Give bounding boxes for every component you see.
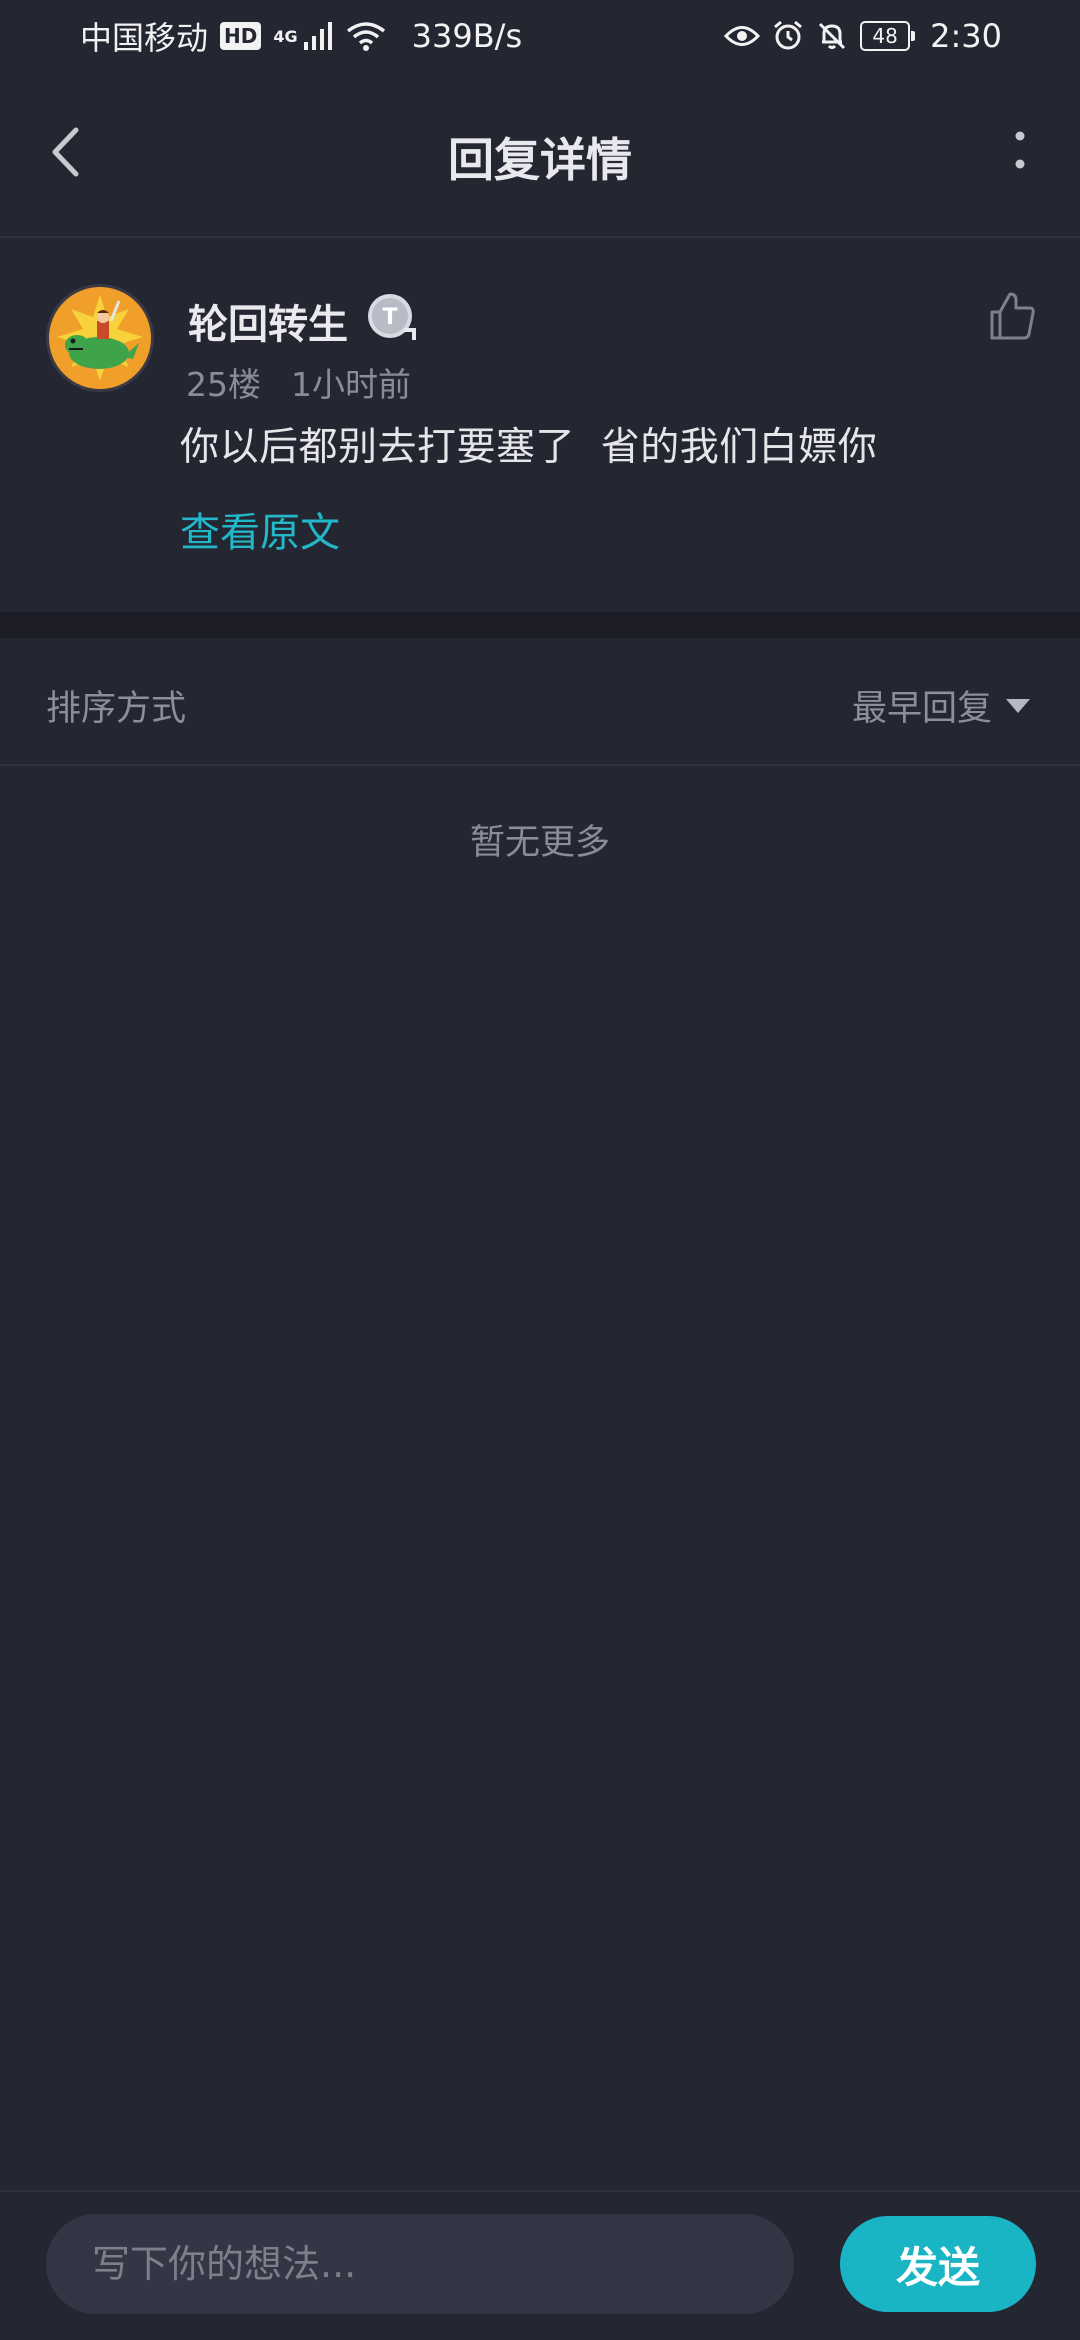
sort-dropdown[interactable]: 最早回复 — [852, 680, 1030, 731]
reply-detail-screen: 中国移动 HD 4G 339B/s 48 2:30 回复详情 轮回转生 T 25… — [0, 0, 1080, 2340]
network-speed: 339B/s — [411, 17, 523, 55]
hd-badge: HD — [220, 22, 262, 50]
status-bar-right: 48 2:30 — [724, 17, 1002, 55]
signal-icon — [303, 22, 332, 50]
send-button[interactable]: 发送 — [840, 2216, 1036, 2312]
comment-meta: 25楼 1小时前 — [186, 358, 411, 406]
more-vertical-icon — [1015, 131, 1025, 169]
avatar[interactable] — [46, 284, 154, 392]
reply-input[interactable] — [46, 2214, 794, 2314]
alarm-icon — [774, 20, 803, 50]
sort-bar: 排序方式 最早回复 — [0, 638, 1080, 766]
user-level-badge: T — [364, 290, 416, 342]
clock: 2:30 — [930, 17, 1002, 55]
status-bar: 中国移动 HD 4G 339B/s 48 2:30 — [0, 0, 1080, 72]
network-type: 4G — [273, 27, 298, 46]
username[interactable]: 轮回转生 — [188, 292, 348, 350]
reply-composer: 发送 — [0, 2190, 1080, 2340]
thumbs-up-icon — [990, 292, 1035, 340]
top-app-bar: 回复详情 — [0, 72, 1080, 238]
carrier-name: 中国移动 — [80, 19, 209, 57]
empty-state-text: 暂无更多 — [469, 823, 610, 863]
like-button[interactable] — [984, 288, 1040, 344]
badge-letter: T — [382, 305, 397, 330]
battery-icon: 48 — [860, 21, 916, 51]
status-bar-left: 中国移动 HD 4G 339B/s — [80, 13, 522, 59]
floor-number: 25楼 — [186, 365, 261, 404]
view-original-link[interactable]: 查看原文 — [180, 500, 340, 558]
timestamp: 1小时前 — [291, 365, 411, 404]
sort-label: 排序方式 — [46, 689, 187, 729]
badge-icon: T — [368, 294, 416, 340]
avatar-image-icon — [49, 287, 151, 389]
more-options-button[interactable] — [1000, 130, 1040, 170]
caret-down-icon — [1006, 698, 1030, 713]
sort-selected-value: 最早回复 — [851, 689, 992, 729]
wifi-icon — [346, 22, 385, 51]
section-divider — [0, 612, 1080, 638]
comment-card: 轮回转生 T 25楼 1小时前 你以后都别去打要塞了 省的我们白嫖你 查看原文 — [0, 240, 1080, 612]
comment-text: 你以后都别去打要塞了 省的我们白嫖你 — [180, 425, 878, 470]
mute-bell-icon — [819, 22, 846, 50]
eye-icon — [724, 26, 761, 46]
page-title: 回复详情 — [448, 133, 632, 187]
